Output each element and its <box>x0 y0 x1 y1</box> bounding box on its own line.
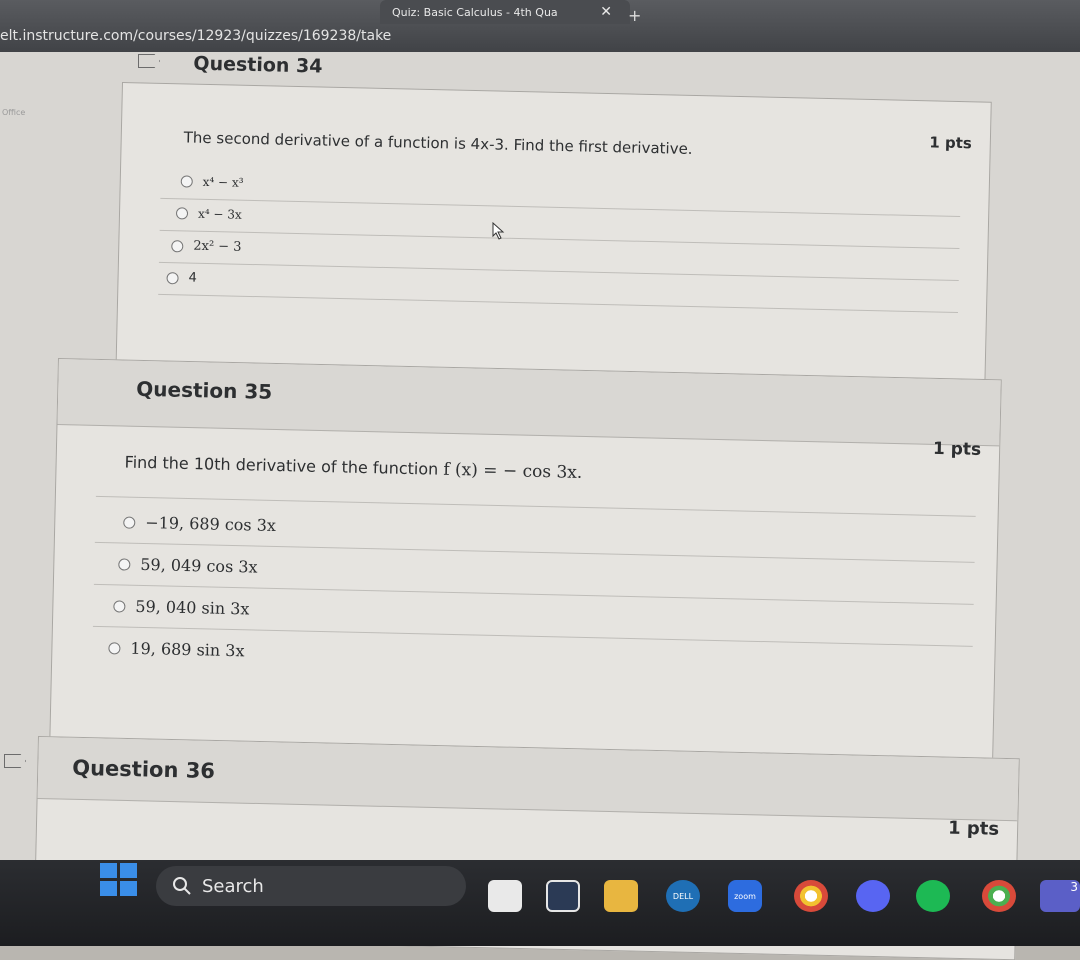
option-divider <box>158 261 959 282</box>
answer-option[interactable]: 59, 049 cos 3x <box>118 554 258 577</box>
option-divider <box>159 229 960 250</box>
chrome-alt-icon[interactable] <box>982 880 1016 912</box>
calculator-icon[interactable] <box>546 880 580 912</box>
function-expression: f (x) = − cos 3x. <box>443 459 583 483</box>
question-points: 1 pts <box>947 817 1000 840</box>
question-35-card: Question 35 1 pts Find the 10th derivati… <box>49 358 1002 762</box>
tab-title: Quiz: Basic Calculus - 4th Qua <box>392 6 558 19</box>
option-label: 59, 049 cos 3x <box>140 554 258 577</box>
question-text-prefix: Find the 10th derivative of the function <box>124 452 444 479</box>
question-points: 1 pts <box>929 133 973 153</box>
answer-option[interactable]: x⁴ − x³ <box>180 174 244 190</box>
radio-button[interactable] <box>118 557 131 571</box>
radio-button[interactable] <box>123 516 136 529</box>
option-divider <box>160 197 961 218</box>
question-points: 1 pts <box>932 438 982 460</box>
option-label: 2x² − 3 <box>193 238 242 255</box>
discord-icon[interactable] <box>856 880 890 912</box>
option-label: 19, 689 sin 3x <box>130 638 245 661</box>
option-label: x⁴ − x³ <box>202 174 244 190</box>
option-divider <box>95 495 976 517</box>
radio-button[interactable] <box>180 175 193 188</box>
taskbar-search[interactable]: Search <box>156 866 466 906</box>
answer-option[interactable]: −19, 689 cos 3x <box>123 513 276 535</box>
zoom-icon[interactable]: zoom <box>728 880 762 912</box>
option-label: x⁴ − 3x <box>197 206 242 222</box>
search-label: Search <box>202 875 264 897</box>
question-title: Question 35 <box>136 376 273 404</box>
new-tab-icon[interactable]: + <box>628 6 641 25</box>
question-text: Find the 10th derivative of the function… <box>124 453 582 483</box>
chrome-icon[interactable] <box>794 880 828 912</box>
file-explorer-icon[interactable] <box>488 880 522 912</box>
radio-button[interactable] <box>113 599 126 613</box>
windows-start-icon[interactable] <box>100 863 138 897</box>
question-title: Question 36 <box>72 755 216 784</box>
folder-icon[interactable] <box>604 880 638 912</box>
close-tab-icon[interactable]: ✕ <box>600 4 612 20</box>
search-icon <box>173 877 191 895</box>
flag-question-icon[interactable] <box>4 754 26 768</box>
answer-option[interactable]: x⁴ − 3x <box>175 206 242 222</box>
browser-tab[interactable]: Quiz: Basic Calculus - 4th Qua ✕ <box>380 0 630 24</box>
answer-option[interactable]: 4 <box>166 270 197 286</box>
radio-button[interactable] <box>171 239 184 252</box>
option-divider <box>158 293 958 314</box>
option-label: 4 <box>188 270 198 286</box>
address-bar[interactable]: elt.instructure.com/courses/12923/quizze… <box>0 28 391 44</box>
question-title: Question 34 <box>193 52 323 78</box>
radio-button[interactable] <box>166 271 179 284</box>
question-34-card: Question 34 1 pts The second derivative … <box>115 53 992 404</box>
answer-option[interactable]: 2x² − 3 <box>171 238 242 255</box>
mouse-cursor-icon <box>492 222 505 240</box>
option-label: 59, 040 sin 3x <box>135 596 250 619</box>
option-label: −19, 689 cos 3x <box>145 513 277 535</box>
radio-button[interactable] <box>175 207 189 220</box>
dell-icon[interactable]: DELL <box>666 880 700 912</box>
quiz-page: Office Question 34 1 pts The second deri… <box>0 52 1080 960</box>
office-label: Office <box>2 108 26 117</box>
answer-option[interactable]: 19, 689 sin 3x <box>108 638 245 661</box>
answer-option[interactable]: 59, 040 sin 3x <box>113 596 250 619</box>
flag-question-icon[interactable] <box>138 54 160 68</box>
spotify-icon[interactable] <box>916 880 950 912</box>
teams-icon[interactable]: 3 <box>1040 880 1080 912</box>
radio-button[interactable] <box>108 641 121 654</box>
notification-badge: 3 <box>1070 880 1078 894</box>
